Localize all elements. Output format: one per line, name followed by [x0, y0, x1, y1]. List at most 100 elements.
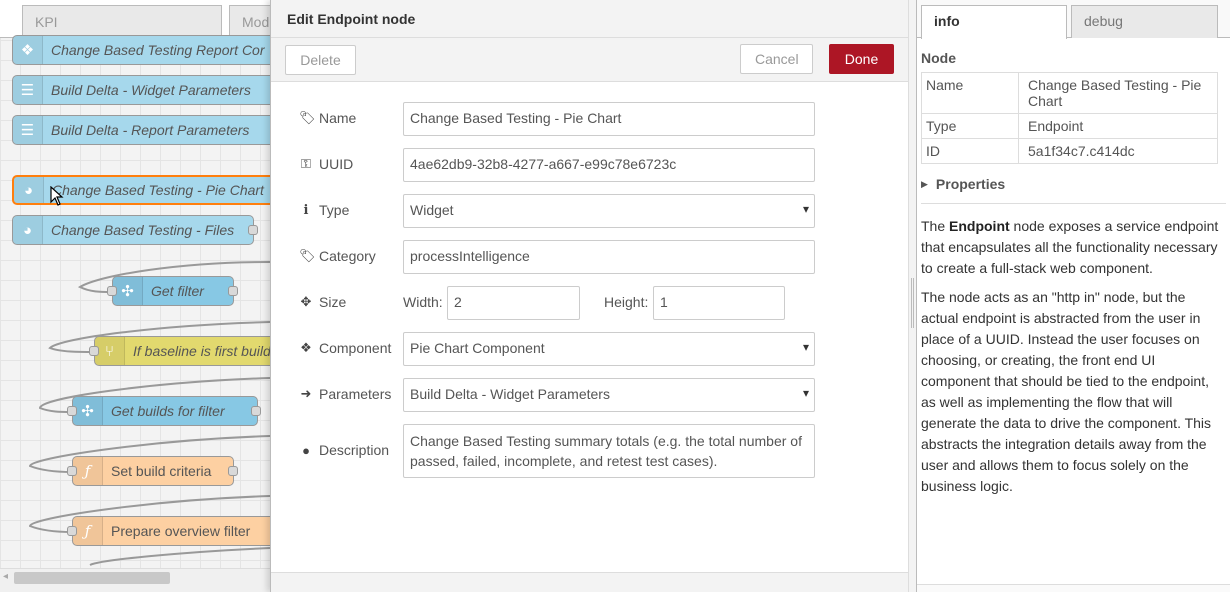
- table-row: ID 5a1f34c7.c414dc: [921, 138, 1218, 164]
- cancel-button[interactable]: Cancel: [740, 44, 813, 74]
- input-port[interactable]: [67, 466, 77, 476]
- scroll-left-icon[interactable]: ◂: [3, 571, 8, 582]
- edit-node-tray: Edit Endpoint node Delete Cancel Done 🏷︎…: [270, 0, 909, 592]
- info-panel: Node Name Change Based Testing - Pie Cha…: [917, 38, 1230, 497]
- info-value: Endpoint: [1018, 113, 1218, 139]
- input-port[interactable]: [67, 526, 77, 536]
- comment-icon: ●: [302, 442, 310, 458]
- uuid-label: ⚿ UUID: [299, 156, 409, 172]
- sign-in-icon: ➜: [300, 386, 312, 401]
- properties-toggle[interactable]: ▶ Properties: [921, 176, 1226, 204]
- arrows-icon: ✥: [300, 294, 312, 309]
- mouse-cursor-icon: [50, 186, 64, 206]
- caret-right-icon: ▶: [921, 178, 928, 189]
- puzzle-icon: ✣: [113, 277, 143, 305]
- node-label: If baseline is first build: [133, 343, 270, 359]
- output-port[interactable]: [228, 466, 238, 476]
- height-input[interactable]: 1: [653, 286, 785, 320]
- parameters-label: ➜ Parameters: [300, 386, 392, 402]
- node-info-table: Name Change Based Testing - Pie Chart Ty…: [921, 72, 1218, 164]
- category-label: 🏷︎ Category: [299, 248, 376, 264]
- tag-icon: 🏷︎: [299, 110, 316, 125]
- description-label: ● Description: [299, 442, 409, 458]
- output-port[interactable]: [228, 286, 238, 296]
- network-icon: ❖: [13, 36, 43, 64]
- description-row: ● Description Change Based Testing summar…: [271, 424, 909, 480]
- info-key: Name: [921, 72, 1019, 114]
- flow-node[interactable]: ☰ Build Delta - Report Parameters: [12, 115, 270, 145]
- function-icon: ƒ: [73, 457, 103, 485]
- table-row: Type Endpoint: [921, 113, 1218, 139]
- flow-node[interactable]: ❖ Change Based Testing Report Cor: [12, 35, 270, 65]
- type-label: i Type: [299, 202, 409, 218]
- size-row: ✥ Size Width: 2 Height: 1: [271, 286, 909, 322]
- switch-icon: ⑂: [95, 337, 125, 365]
- node-label: Change Based Testing - Files: [51, 222, 235, 238]
- sidebar: info debug Node Name Change Based Testin…: [916, 0, 1230, 592]
- flow-node[interactable]: ✣ Get filter: [112, 276, 234, 306]
- component-select[interactable]: Pie Chart Component: [403, 332, 815, 366]
- description-paragraph: The node acts as an "http in" node, but …: [921, 289, 1212, 494]
- info-value: Change Based Testing - Pie Chart: [1018, 72, 1218, 114]
- info-key: ID: [921, 138, 1019, 164]
- node-label: Change Based Testing - Pie Chart: [52, 182, 264, 198]
- node-label: Build Delta - Widget Parameters: [51, 82, 251, 98]
- properties-label: Properties: [935, 176, 1006, 192]
- name-row: 🏷︎ Name Change Based Testing - Pie Chart: [271, 102, 909, 138]
- height-label: Height:: [604, 294, 649, 310]
- tags-icon: 🏷︎: [299, 248, 316, 263]
- component-label: ❖ Component: [300, 340, 392, 356]
- globe-icon: ◕: [14, 177, 44, 203]
- puzzle-icon: ✣: [73, 397, 103, 425]
- input-port[interactable]: [89, 346, 99, 356]
- flow-node[interactable]: ⑂ If baseline is first build: [94, 336, 270, 366]
- wire: [89, 547, 270, 566]
- horizontal-scrollbar[interactable]: ◂: [0, 568, 270, 592]
- info-icon: i: [303, 202, 309, 218]
- sidebar-footer: [917, 584, 1230, 592]
- description-textarea[interactable]: Change Based Testing summary totals (e.g…: [403, 424, 815, 478]
- name-input[interactable]: Change Based Testing - Pie Chart: [403, 102, 815, 136]
- type-select[interactable]: Widget: [403, 194, 815, 228]
- done-button[interactable]: Done: [829, 44, 894, 74]
- category-input[interactable]: processIntelligence: [403, 240, 815, 274]
- scrollbar-thumb[interactable]: [14, 572, 170, 584]
- width-label: Width:: [403, 294, 443, 310]
- info-value: 5a1f34c7.c414dc: [1018, 138, 1218, 164]
- list-icon: ☰: [13, 76, 43, 104]
- node-label: Build Delta - Report Parameters: [51, 122, 250, 138]
- type-row: i Type Widget: [271, 194, 909, 230]
- tray-toolbar: Delete Cancel Done: [271, 38, 908, 82]
- component-row: ❖ Component Pie Chart Component: [271, 332, 909, 368]
- list-icon: ☰: [13, 116, 43, 144]
- flow-workspace[interactable]: KPI Mod ❖ Change Based Testing Report Co…: [0, 0, 270, 592]
- cubes-icon: ❖: [300, 340, 312, 355]
- tab-info[interactable]: info: [921, 5, 1067, 39]
- uuid-row: ⚿ UUID 4ae62db9-32b8-4277-a667-e99c78e672…: [271, 148, 909, 184]
- category-row: 🏷︎ Category processIntelligence: [271, 240, 909, 276]
- width-input[interactable]: 2: [447, 286, 580, 320]
- flow-node[interactable]: ƒ Set build criteria: [72, 456, 234, 486]
- sidebar-splitter[interactable]: [908, 0, 916, 592]
- input-port[interactable]: [67, 406, 77, 416]
- flow-node[interactable]: ◕ Change Based Testing - Files: [12, 215, 254, 245]
- node-label: Set build criteria: [111, 463, 212, 479]
- description-paragraph: The Endpoint node exposes a service endp…: [921, 218, 1219, 276]
- delete-button[interactable]: Delete: [285, 45, 356, 75]
- flow-node[interactable]: ƒ Prepare overview filter: [72, 516, 270, 546]
- parameters-select[interactable]: Build Delta - Widget Parameters: [403, 378, 815, 412]
- flow-node[interactable]: ☰ Build Delta - Widget Parameters: [12, 75, 270, 105]
- splitter-grip[interactable]: [911, 278, 914, 328]
- tab-debug[interactable]: debug: [1071, 5, 1218, 38]
- tray-footer: [271, 572, 909, 592]
- uuid-input[interactable]: 4ae62db9-32b8-4277-a667-e99c78e6723c: [403, 148, 815, 182]
- function-icon: ƒ: [73, 517, 103, 545]
- tray-body: 🏷︎ Name Change Based Testing - Pie Chart …: [271, 82, 908, 572]
- output-port[interactable]: [248, 225, 258, 235]
- name-label: 🏷︎ Name: [299, 110, 357, 126]
- node-label: Change Based Testing Report Cor: [51, 42, 265, 58]
- output-port[interactable]: [251, 406, 261, 416]
- input-port[interactable]: [107, 286, 117, 296]
- size-label: ✥ Size: [300, 294, 347, 310]
- flow-node[interactable]: ✣ Get builds for filter: [72, 396, 258, 426]
